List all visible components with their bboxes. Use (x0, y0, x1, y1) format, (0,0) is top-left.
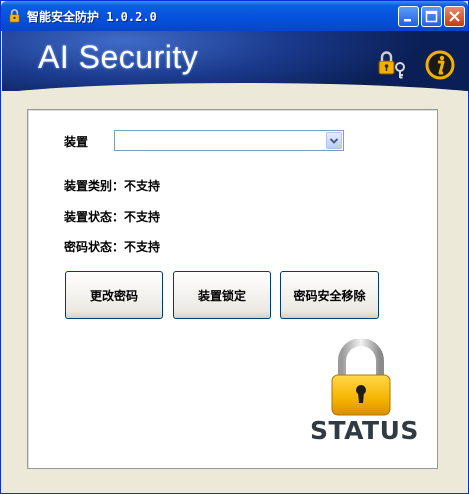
close-button[interactable] (444, 6, 465, 27)
device-type-text: 装置类别：不支持 (64, 179, 161, 193)
lock-device-button[interactable]: 装置锁定 (173, 271, 271, 319)
close-icon (449, 11, 460, 22)
chevron-down-icon (329, 138, 339, 144)
minimize-icon (404, 19, 411, 22)
device-label: 装置 (64, 135, 89, 149)
device-select[interactable] (114, 130, 344, 151)
minimize-button[interactable] (398, 6, 419, 27)
change-password-button[interactable]: 更改密码 (65, 271, 163, 319)
brand-title: AI Security (38, 39, 199, 75)
window-title: 智能安全防护 1.0.2.0 (27, 10, 157, 24)
remove-password-button[interactable]: 密码安全移除 (280, 271, 379, 319)
status-label: STATUS (310, 416, 419, 445)
maximize-button[interactable] (421, 6, 442, 27)
password-state-text: 密码状态：不支持 (64, 240, 161, 254)
key-lock-icon[interactable] (376, 49, 408, 81)
info-icon[interactable] (424, 49, 456, 81)
lock-app-icon (9, 9, 20, 23)
maximize-icon (425, 10, 438, 23)
device-state-text: 装置状态：不支持 (64, 210, 161, 224)
app-window: 智能安全防护 1.0.2.0 AI Security 装置 装置类别：不支持 装… (0, 0, 469, 494)
dropdown-button[interactable] (326, 132, 342, 149)
title-bar[interactable]: 智能安全防护 1.0.2.0 (1, 1, 468, 31)
